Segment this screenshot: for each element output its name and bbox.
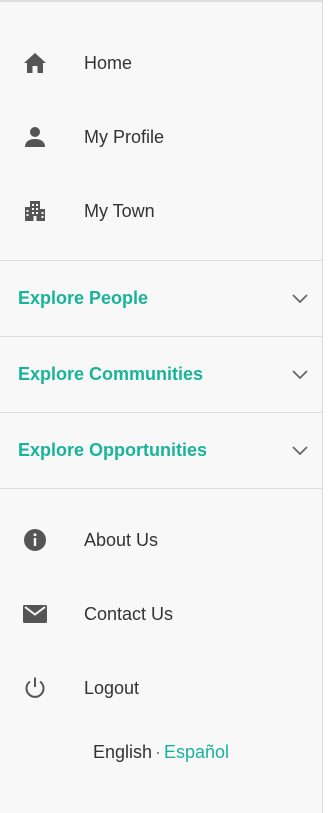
navigation-drawer: Home My Profile My Town Explore People E… [0, 0, 323, 813]
home-icon [22, 50, 48, 76]
chevron-down-icon [290, 441, 310, 461]
nav-item-label: My Town [84, 200, 155, 221]
language-spanish-link[interactable]: Español [164, 742, 229, 762]
language-switcher: English · Español [0, 742, 322, 763]
nav-item-contact-us[interactable]: Contact Us [0, 577, 322, 651]
chevron-down-icon [290, 289, 310, 309]
city-icon [22, 198, 48, 224]
main-nav-section: Home My Profile My Town [0, 2, 322, 261]
nav-item-label: Contact Us [84, 603, 174, 624]
explore-opportunities-label: Explore Opportunities [18, 440, 208, 460]
power-icon [22, 675, 48, 701]
nav-item-label: My Profile [84, 126, 165, 147]
explore-people-accordion[interactable]: Explore People [0, 261, 322, 337]
mail-icon [22, 601, 48, 627]
language-separator: · [154, 742, 161, 762]
nav-item-about-us[interactable]: About Us [0, 503, 322, 577]
nav-item-label: Home [84, 52, 133, 73]
nav-item-my-town[interactable]: My Town [0, 174, 322, 248]
person-icon [22, 124, 48, 150]
nav-item-logout[interactable]: Logout [0, 651, 322, 725]
nav-item-label: Logout [84, 677, 140, 698]
chevron-down-icon [290, 365, 310, 385]
secondary-nav-section: About Us Contact Us Logout [0, 489, 322, 725]
explore-people-label: Explore People [18, 288, 149, 308]
nav-item-my-profile[interactable]: My Profile [0, 100, 322, 174]
language-english-link[interactable]: English [93, 742, 152, 762]
explore-communities-label: Explore Communities [18, 364, 204, 384]
nav-item-label: About Us [84, 529, 159, 550]
explore-opportunities-accordion[interactable]: Explore Opportunities [0, 413, 322, 489]
info-icon [22, 527, 48, 553]
explore-communities-accordion[interactable]: Explore Communities [0, 337, 322, 413]
nav-item-home[interactable]: Home [0, 26, 322, 100]
